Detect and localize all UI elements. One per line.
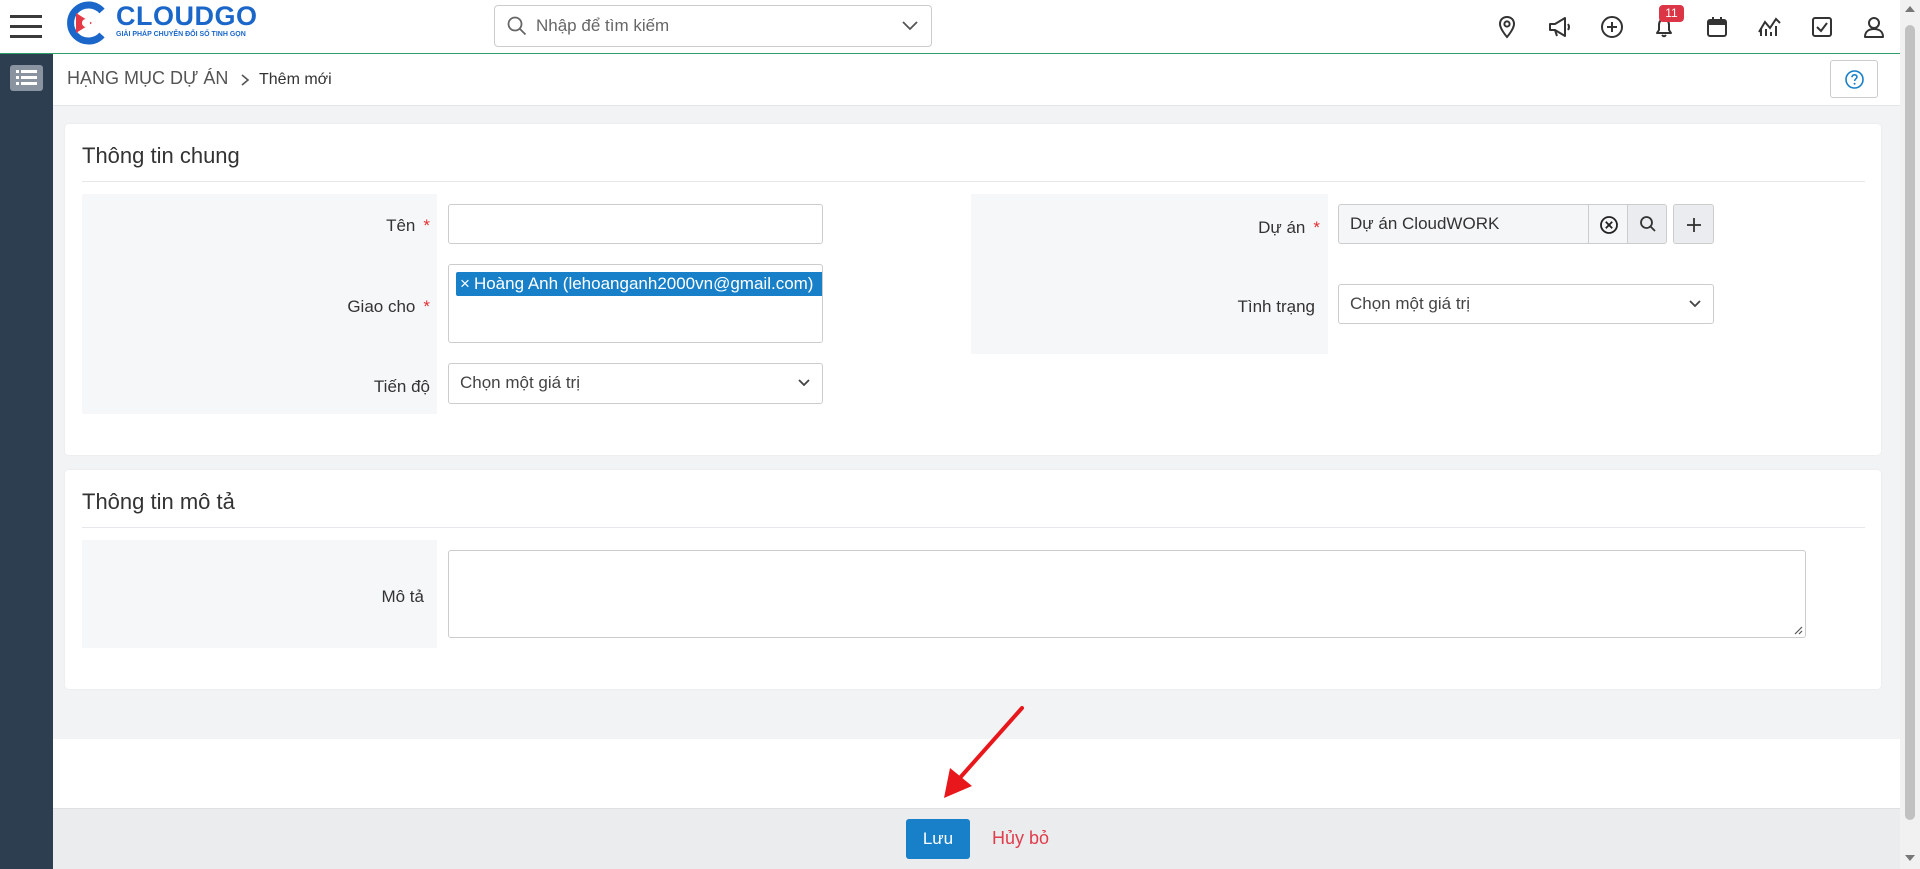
assignee-tag: × Hoàng Anh (lehoanganh2000vn@gmail.com)	[456, 272, 822, 296]
left-sidebar	[0, 54, 53, 869]
cancel-link[interactable]: Hủy bỏ	[992, 828, 1049, 849]
brand-name: CLOUDGO	[116, 1, 258, 31]
description-textarea[interactable]	[448, 550, 1806, 638]
project-field-value: Dự án CloudWORK	[1350, 214, 1500, 233]
name-label-row: Tên *	[200, 216, 430, 236]
global-search-box[interactable]	[494, 5, 932, 47]
question-circle-icon	[1845, 70, 1864, 89]
resize-handle-icon[interactable]	[1793, 625, 1803, 635]
status-label-row: Tình trạng	[1085, 297, 1316, 317]
chevron-down-icon	[798, 379, 810, 387]
required-mark: *	[423, 216, 430, 235]
brand-tagline: GIẢI PHÁP CHUYỂN ĐỔI SỐ TINH GỌN	[116, 31, 246, 38]
assign-multiselect[interactable]: × Hoàng Anh (lehoanganh2000vn@gmail.com)	[448, 264, 823, 343]
form-action-bar	[53, 808, 1900, 869]
close-circle-icon	[1600, 216, 1618, 234]
project-field[interactable]: Dự án CloudWORK	[1338, 204, 1628, 244]
chevron-down-icon	[1689, 300, 1701, 308]
progress-select-value: Chọn một giá trị	[460, 373, 580, 392]
checkbox-icon[interactable]	[1809, 14, 1835, 40]
status-select-value: Chọn một giá trị	[1350, 294, 1470, 313]
scroll-up-icon[interactable]	[1904, 4, 1916, 14]
scroll-down-icon[interactable]	[1904, 853, 1916, 863]
project-label-row: Dự án *	[1090, 218, 1320, 238]
status-label: Tình trạng	[1237, 297, 1316, 316]
red-arrow-annotation-icon	[944, 706, 1024, 798]
assign-label-row: Giao cho *	[200, 297, 430, 317]
breadcrumb-root-link[interactable]: HẠNG MỤC DỰ ÁN	[67, 68, 228, 89]
status-select[interactable]: Chọn một giá trị	[1338, 284, 1714, 324]
search-project-button[interactable]	[1627, 204, 1667, 244]
description-info-divider	[82, 527, 1865, 528]
user-icon[interactable]	[1861, 14, 1887, 40]
search-icon	[507, 16, 527, 36]
remove-tag-icon[interactable]: ×	[460, 274, 470, 293]
description-label-row: Mô tả	[200, 587, 424, 607]
add-project-button[interactable]	[1673, 204, 1714, 244]
general-info-title: Thông tin chung	[82, 143, 240, 168]
calendar-icon[interactable]	[1704, 14, 1730, 40]
progress-label: Tiến độ	[373, 377, 430, 396]
description-info-title: Thông tin mô tả	[82, 489, 235, 514]
save-button[interactable]: Lưu	[906, 819, 970, 859]
map-pin-icon[interactable]	[1494, 14, 1520, 40]
help-button[interactable]	[1830, 60, 1878, 98]
assignee-tag-text: Hoàng Anh (lehoanganh2000vn@gmail.com)	[473, 274, 814, 293]
plus-circle-icon[interactable]	[1599, 14, 1625, 40]
description-label: Mô tả	[381, 587, 424, 606]
list-view-icon[interactable]	[10, 65, 43, 91]
search-icon	[1640, 216, 1656, 232]
progress-label-row: Tiến độ	[200, 377, 430, 397]
name-label: Tên	[386, 216, 416, 235]
cloudgo-logo-icon	[67, 1, 105, 45]
plus-icon	[1687, 218, 1701, 232]
search-input[interactable]	[536, 14, 886, 38]
assign-label: Giao cho	[347, 297, 416, 316]
breadcrumb-current: Thêm mới	[259, 71, 332, 88]
progress-select[interactable]: Chọn một giá trị	[448, 363, 823, 404]
megaphone-icon[interactable]	[1546, 14, 1572, 40]
chevron-down-icon[interactable]	[902, 21, 918, 31]
breadcrumb-separator	[239, 70, 251, 90]
chart-line-icon[interactable]	[1756, 14, 1782, 40]
name-input[interactable]	[448, 204, 823, 244]
notification-count-badge: 11	[1659, 5, 1684, 22]
project-label: Dự án	[1258, 218, 1306, 237]
general-info-divider	[82, 181, 1865, 182]
required-mark: *	[423, 297, 430, 316]
clear-project-button[interactable]	[1588, 204, 1628, 244]
cloudgo-logo[interactable]: CLOUDGO GIẢI PHÁP CHUYỂN ĐỔI SỐ TINH GỌN	[62, 1, 262, 45]
scrollbar-thumb[interactable]	[1905, 25, 1915, 820]
required-mark: *	[1313, 218, 1320, 237]
hamburger-menu-icon[interactable]	[10, 12, 42, 42]
